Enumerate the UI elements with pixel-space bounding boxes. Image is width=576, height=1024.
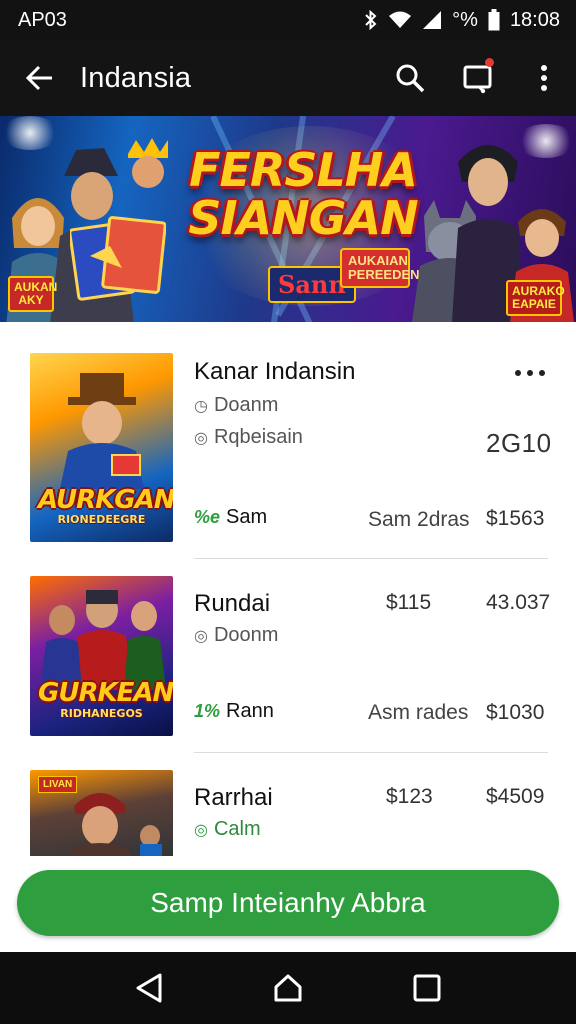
thumbnail-title: GURKEAN: [38, 678, 173, 708]
cta-container: Samp Inteianhy Abbra: [0, 856, 576, 952]
item-price: $1563: [486, 507, 545, 530]
home-icon: [274, 974, 302, 1002]
back-arrow-icon: [26, 65, 52, 91]
item-number: 43.037: [486, 591, 551, 614]
wifi-icon: [389, 11, 412, 28]
item-meta-1-text: Doonm: [213, 624, 279, 646]
item-meta-1: ◎ Doonm: [194, 624, 278, 647]
item-meta-1: ◷ Doanm: [194, 394, 278, 417]
item-tag: 1% Rann: [194, 700, 274, 723]
banner-side-badge-right: AURAKO EAPAIE: [506, 280, 565, 316]
item-title: Rarrhai: [194, 784, 273, 811]
banner-tag-secondary: AUKAIAN PEREEDEN: [340, 248, 420, 288]
promo-banner[interactable]: FERSLHA SIANGAN Sann AUKAIAN PEREEDEN AU…: [0, 116, 576, 322]
system-nav-bar: [0, 952, 576, 1024]
recents-icon: [413, 974, 441, 1002]
page-title: Indansia: [80, 61, 192, 94]
location-icon: ◎: [194, 627, 208, 645]
app-bar: Indansia: [0, 40, 576, 116]
primary-action-button[interactable]: Samp Inteianhy Abbra: [17, 870, 559, 936]
item-meta-1-text: Calm: [213, 818, 261, 840]
search-button[interactable]: [376, 40, 444, 116]
carrier-label: AP03: [18, 8, 67, 31]
item-number: $4509: [486, 785, 545, 808]
overflow-menu-button[interactable]: [512, 40, 576, 116]
banner-title: FERSLHA SIANGAN: [178, 146, 428, 242]
thumbnail-subtitle: RIONEDEEGRE: [57, 513, 146, 526]
status-bar: AP03 °% 18:08: [0, 0, 576, 40]
divider: [194, 752, 548, 753]
item-meta-2-text: Rqbeisain: [213, 426, 303, 448]
item-thumbnail: LIVAN: [30, 770, 173, 856]
battery-icon: [488, 9, 500, 31]
nav-back-button[interactable]: [119, 958, 179, 1018]
item-number: 2G10: [486, 428, 552, 458]
bluetooth-icon: [365, 10, 377, 30]
divider: [194, 558, 548, 559]
item-meta-1: ◎ Calm: [194, 818, 261, 841]
thumbnail-character: [60, 373, 144, 489]
banner-side-badge-left: AUKAN AKY: [8, 276, 57, 312]
nav-recents-button[interactable]: [397, 958, 457, 1018]
tag-icon: %e: [194, 507, 221, 527]
game-list: AURKGAN RIONEDEEGRE Kanar Indansin ◷ Doa…: [0, 322, 576, 856]
item-thumbnail: AURKGAN RIONEDEEGRE: [30, 353, 173, 542]
item-secondary: Sam 2dras: [368, 508, 470, 531]
search-icon: [396, 64, 425, 93]
back-triangle-icon: [136, 973, 162, 1003]
item-price-top: $115: [386, 591, 432, 614]
check-circle-icon: ◎: [194, 821, 208, 839]
clock: 18:08: [509, 8, 560, 31]
more-vertical-icon: [541, 65, 547, 91]
location-icon: ◎: [194, 429, 208, 447]
item-tag: %e Sam: [194, 506, 267, 529]
notification-dot: [485, 58, 494, 67]
banner-cards: [70, 216, 166, 301]
more-horizontal-icon: [515, 370, 545, 376]
back-button[interactable]: [0, 40, 80, 116]
item-price: $1030: [486, 701, 545, 724]
item-title: Rundai: [194, 590, 271, 617]
item-meta-1-text: Doanm: [213, 394, 279, 416]
banner-title-line2: SIANGAN: [188, 191, 418, 245]
nav-home-button[interactable]: [258, 958, 318, 1018]
item-title: Kanar Indansin: [194, 358, 356, 385]
banner-title-line1: FERSLHA: [189, 143, 418, 197]
item-secondary: Asm rades: [368, 701, 469, 724]
item-more-button[interactable]: [510, 358, 550, 388]
tag-icon: 1%: [194, 701, 221, 721]
item-meta-2: ◎ Rqbeisain: [194, 426, 303, 449]
thumbnail-character: [69, 793, 162, 856]
thumbnail-characters: [40, 590, 166, 690]
thumbnail-subtitle: RIDHANEGOS: [60, 707, 143, 720]
battery-percent: °%: [452, 8, 478, 31]
signal-icon: [423, 11, 442, 29]
banner-character-small-king: [128, 138, 168, 188]
clock-icon: ◷: [194, 397, 208, 415]
item-price-top: $123: [386, 785, 433, 808]
item-tag-label: Rann: [226, 700, 274, 722]
cart-button[interactable]: [444, 40, 512, 116]
item-thumbnail: GURKEAN RIDHANEGOS: [30, 576, 173, 736]
thumbnail-title: AURKGAN: [38, 485, 173, 515]
status-icons: °% 18:08: [364, 9, 560, 32]
item-tag-label: Sam: [226, 506, 268, 528]
